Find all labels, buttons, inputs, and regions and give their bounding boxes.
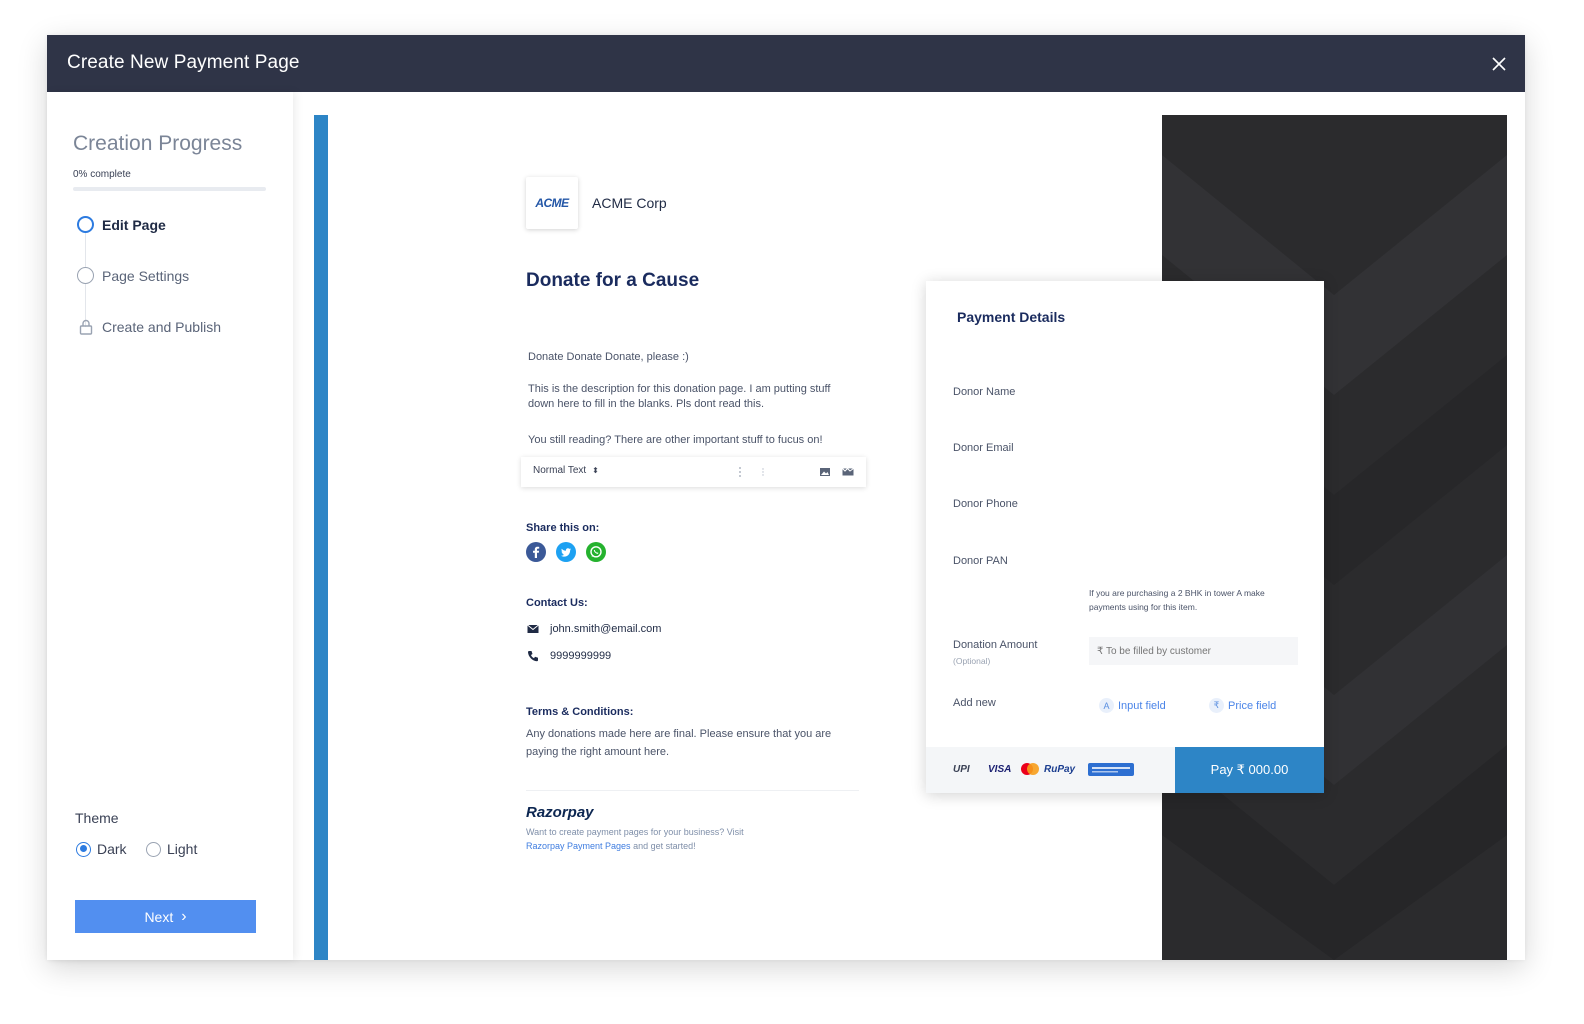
theme-title: Theme xyxy=(75,810,119,826)
page-preview: ACME ACME Corp Donate for a Cause Donate… xyxy=(314,115,1507,960)
radio-selected-indicator xyxy=(76,841,91,857)
close-icon[interactable] xyxy=(1489,54,1509,74)
more-vertical-icon[interactable] xyxy=(733,465,747,479)
netbanking-icon xyxy=(1088,763,1134,779)
description-line[interactable]: This is the description for this donatio… xyxy=(528,382,848,412)
step-create-publish[interactable]: Create and Publish xyxy=(77,318,221,335)
share-title: Share this on: xyxy=(526,522,600,534)
modal-title: Create New Payment Page xyxy=(67,52,300,73)
radio-indicator xyxy=(146,841,161,857)
progress-bar xyxy=(73,187,266,191)
add-input-field-label: Input field xyxy=(1118,699,1166,712)
theme-light-radio[interactable]: Light xyxy=(146,841,197,857)
video-icon[interactable] xyxy=(841,465,855,479)
radio-label: Light xyxy=(167,841,198,857)
contact-phone-text: 9999999999 xyxy=(550,650,612,662)
image-icon[interactable] xyxy=(818,465,832,479)
add-price-field-link[interactable]: ₹ Price field xyxy=(1209,698,1276,713)
brand-name: ACME Corp xyxy=(592,195,667,211)
text-format-value: Normal Text xyxy=(533,465,587,476)
payment-details-card: Payment Details Donor Name Donor Email D… xyxy=(926,281,1324,793)
text-field-icon: A xyxy=(1099,698,1114,713)
sort-arrows-icon: ⬍ xyxy=(592,466,599,475)
more-vertical-icon[interactable] xyxy=(756,465,770,479)
twitter-icon[interactable] xyxy=(556,542,576,562)
whatsapp-icon[interactable] xyxy=(586,542,606,562)
contact-phone[interactable]: 9999999999 xyxy=(526,649,611,663)
field-donor-name[interactable]: Donor Name xyxy=(953,386,1015,398)
field-helper-text: If you are purchasing a 2 BHK in tower A… xyxy=(1089,588,1265,612)
step-page-settings[interactable]: Page Settings xyxy=(77,267,189,284)
razorpay-note: Want to create payment pages for your bu… xyxy=(526,825,806,853)
visa-logo: VISA xyxy=(988,764,1012,775)
progress-sidebar: Creation Progress 0% complete Edit Page … xyxy=(47,92,293,960)
razorpay-note-suffix: and get started! xyxy=(633,841,696,851)
donation-amount-input[interactable] xyxy=(1089,637,1298,665)
payment-page-modal: Create New Payment Page Creation Progres… xyxy=(47,35,1525,960)
page-heading[interactable]: Donate for a Cause xyxy=(526,270,699,292)
step-edit-page[interactable]: Edit Page xyxy=(77,216,166,233)
progress-title: Creation Progress xyxy=(73,132,243,155)
progress-percent: 0% complete xyxy=(73,169,131,180)
step-pending-indicator xyxy=(77,267,94,284)
preview-accent-stripe xyxy=(314,115,328,960)
razorpay-logo: Razorpay xyxy=(526,804,594,821)
payment-footer: UPI VISA RuPay Pay ₹ 000.00 xyxy=(926,747,1324,793)
facebook-icon[interactable] xyxy=(526,542,546,562)
rupee-icon: ₹ xyxy=(1209,698,1224,713)
terms-text[interactable]: Any donations made here are final. Pleas… xyxy=(526,725,866,761)
razorpay-link[interactable]: Razorpay Payment Pages xyxy=(526,841,631,851)
add-new-label: Add new xyxy=(953,697,996,709)
brand-logo-text: ACME xyxy=(535,196,569,210)
upi-logo: UPI xyxy=(953,764,970,775)
phone-icon xyxy=(526,649,540,663)
contact-email[interactable]: john.smith@email.com xyxy=(526,622,661,636)
contact-email-text: john.smith@email.com xyxy=(550,623,662,635)
contact-title: Contact Us: xyxy=(526,597,588,609)
radio-label: Dark xyxy=(97,841,127,857)
field-optional-note: (Optional) xyxy=(953,656,991,666)
lock-icon xyxy=(77,318,94,335)
description-line[interactable]: You still reading? There are other impor… xyxy=(528,433,868,448)
payment-details-title: Payment Details xyxy=(957,309,1066,325)
field-donor-phone[interactable]: Donor Phone xyxy=(953,498,1018,510)
modal-header: Create New Payment Page xyxy=(47,35,1525,92)
description-line[interactable]: Donate Donate Donate, please :) xyxy=(528,350,848,365)
next-button[interactable]: Next › xyxy=(75,900,256,933)
field-donor-pan[interactable]: Donor PAN xyxy=(953,555,1008,567)
text-format-toolbar: Normal Text ⬍ xyxy=(521,457,866,487)
rupay-logo: RuPay xyxy=(1044,764,1076,775)
step-label: Edit Page xyxy=(102,216,166,233)
step-active-indicator xyxy=(77,216,94,233)
razorpay-note-text: Want to create payment pages for your bu… xyxy=(526,827,744,837)
step-label: Page Settings xyxy=(102,267,190,284)
field-donor-email[interactable]: Donor Email xyxy=(953,442,1014,454)
brand-logo: ACME xyxy=(526,177,578,229)
pay-button[interactable]: Pay ₹ 000.00 xyxy=(1175,747,1324,793)
add-price-field-label: Price field xyxy=(1228,699,1277,712)
field-donation-amount[interactable]: Donation Amount xyxy=(953,639,1037,651)
mail-icon xyxy=(526,622,540,636)
theme-dark-radio[interactable]: Dark xyxy=(76,841,127,857)
mastercard-icon xyxy=(1020,762,1040,779)
terms-title: Terms & Conditions: xyxy=(526,706,634,718)
next-button-label: Next xyxy=(144,908,174,925)
text-format-select[interactable]: Normal Text ⬍ xyxy=(533,465,599,476)
step-label: Create and Publish xyxy=(102,318,222,335)
add-input-field-link[interactable]: A Input field xyxy=(1099,698,1166,713)
divider xyxy=(526,790,859,791)
chevron-right-icon: › xyxy=(181,907,187,925)
